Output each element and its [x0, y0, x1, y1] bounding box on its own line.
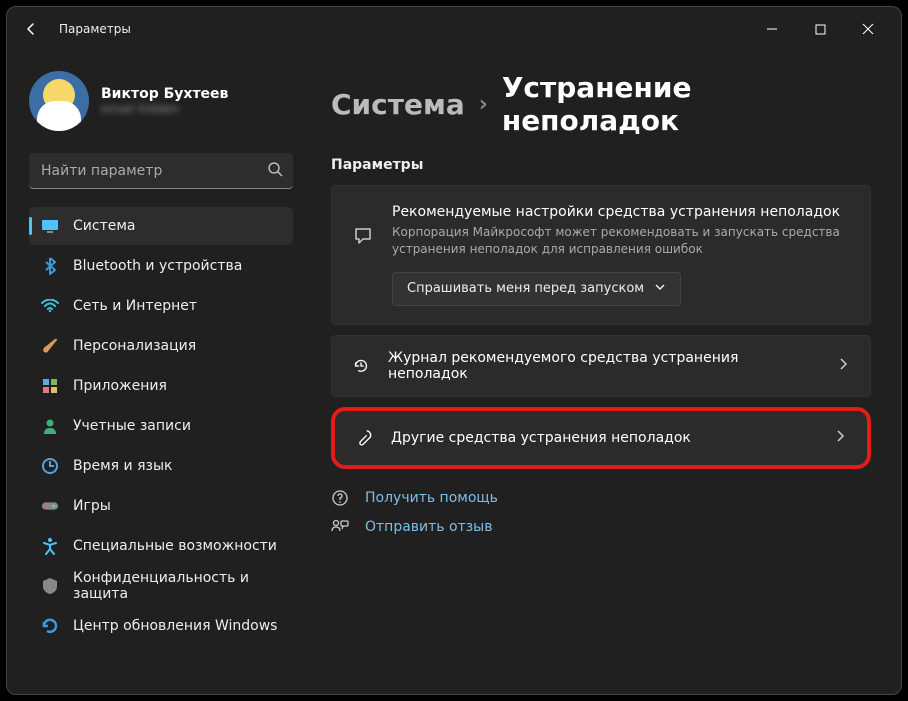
profile-text: Виктор Бухтеев email hidden	[101, 86, 228, 116]
sidebar-item-label: Учетные записи	[73, 418, 191, 434]
gamepad-icon	[41, 497, 59, 515]
sidebar-item-system[interactable]: Система	[29, 207, 293, 245]
sidebar-item-label: Приложения	[73, 378, 167, 394]
chevron-right-icon	[833, 428, 847, 447]
person-icon	[41, 417, 59, 435]
troubleshooter-history-row[interactable]: Журнал рекомендуемого средства устранени…	[331, 335, 871, 397]
wifi-icon	[41, 297, 59, 315]
profile-email: email hidden	[101, 102, 228, 116]
section-label: Параметры	[331, 157, 871, 173]
dropdown-value: Спрашивать меня перед запуском	[407, 281, 644, 296]
shield-icon	[41, 577, 59, 595]
footer-links: Получить помощь Отправить отзыв	[331, 489, 871, 535]
link-label: Отправить отзыв	[365, 519, 492, 535]
profile-name: Виктор Бухтеев	[101, 86, 228, 102]
recommended-settings-card: Рекомендуемые настройки средства устране…	[331, 185, 871, 325]
avatar	[29, 71, 89, 131]
sidebar-item-label: Время и язык	[73, 458, 172, 474]
back-button[interactable]	[17, 15, 45, 43]
sidebar-item-bluetooth[interactable]: Bluetooth и устройства	[29, 247, 293, 285]
profile-block[interactable]: Виктор Бухтеев email hidden	[29, 71, 293, 131]
sidebar-item-privacy[interactable]: Конфиденциальность и защита	[29, 567, 293, 605]
card-title: Рекомендуемые настройки средства устране…	[392, 204, 850, 220]
troubleshooter-preference-dropdown[interactable]: Спрашивать меня перед запуском	[392, 272, 681, 306]
titlebar: Параметры	[7, 7, 901, 51]
chevron-right-icon: ›	[479, 92, 488, 117]
search-box	[29, 153, 293, 189]
accessibility-icon	[41, 537, 59, 555]
sidebar-item-label: Центр обновления Windows	[73, 618, 277, 634]
sidebar-item-label: Система	[73, 218, 135, 234]
monitor-icon	[41, 217, 59, 235]
chevron-down-icon	[654, 281, 666, 297]
window-body: Виктор Бухтеев email hidden Система Blue…	[7, 51, 901, 694]
update-icon	[41, 617, 59, 635]
breadcrumb: Система › Устранение неполадок	[331, 71, 871, 137]
nav-list: Система Bluetooth и устройства Сеть и Ин…	[29, 207, 293, 645]
link-label: Получить помощь	[365, 490, 498, 506]
other-troubleshooters-row[interactable]: Другие средства устранения неполадок	[331, 407, 871, 469]
sidebar: Виктор Бухтеев email hidden Система Blue…	[7, 51, 307, 694]
page-title: Устранение неполадок	[502, 71, 871, 137]
sidebar-item-personalization[interactable]: Персонализация	[29, 327, 293, 365]
settings-window: Параметры Виктор Бухтеев email hidden	[6, 6, 902, 695]
main-content: Система › Устранение неполадок Параметры…	[307, 51, 901, 694]
search-icon	[267, 161, 283, 181]
sidebar-item-apps[interactable]: Приложения	[29, 367, 293, 405]
brush-icon	[41, 337, 59, 355]
minimize-button[interactable]	[749, 13, 795, 45]
window-controls	[749, 13, 891, 45]
sidebar-item-label: Bluetooth и устройства	[73, 258, 242, 274]
card-description: Корпорация Майкрософт может рекомендоват…	[392, 224, 850, 258]
row-label: Другие средства устранения неполадок	[391, 430, 815, 446]
sidebar-item-network[interactable]: Сеть и Интернет	[29, 287, 293, 325]
sidebar-item-gaming[interactable]: Игры	[29, 487, 293, 525]
feedback-icon	[331, 519, 349, 535]
sidebar-item-label: Игры	[73, 498, 111, 514]
card-body: Рекомендуемые настройки средства устране…	[392, 204, 850, 306]
maximize-button[interactable]	[797, 13, 843, 45]
sidebar-item-accessibility[interactable]: Специальные возможности	[29, 527, 293, 565]
help-icon	[331, 489, 349, 507]
breadcrumb-parent[interactable]: Система	[331, 88, 465, 121]
row-label: Журнал рекомендуемого средства устранени…	[388, 350, 818, 382]
get-help-link[interactable]: Получить помощь	[331, 489, 871, 507]
chat-icon	[352, 204, 374, 306]
sidebar-item-accounts[interactable]: Учетные записи	[29, 407, 293, 445]
sidebar-item-time-language[interactable]: Время и язык	[29, 447, 293, 485]
close-button[interactable]	[845, 13, 891, 45]
sidebar-item-label: Персонализация	[73, 338, 196, 354]
sidebar-item-windows-update[interactable]: Центр обновления Windows	[29, 607, 293, 645]
chevron-right-icon	[836, 356, 850, 375]
clock-globe-icon	[41, 457, 59, 475]
give-feedback-link[interactable]: Отправить отзыв	[331, 519, 871, 535]
window-title: Параметры	[59, 22, 131, 36]
history-icon	[352, 357, 370, 375]
apps-icon	[41, 377, 59, 395]
sidebar-item-label: Конфиденциальность и защита	[73, 570, 281, 602]
sidebar-item-label: Специальные возможности	[73, 538, 277, 554]
bluetooth-icon	[41, 257, 59, 275]
wrench-icon	[355, 429, 373, 447]
search-input[interactable]	[29, 153, 293, 189]
sidebar-item-label: Сеть и Интернет	[73, 298, 197, 314]
